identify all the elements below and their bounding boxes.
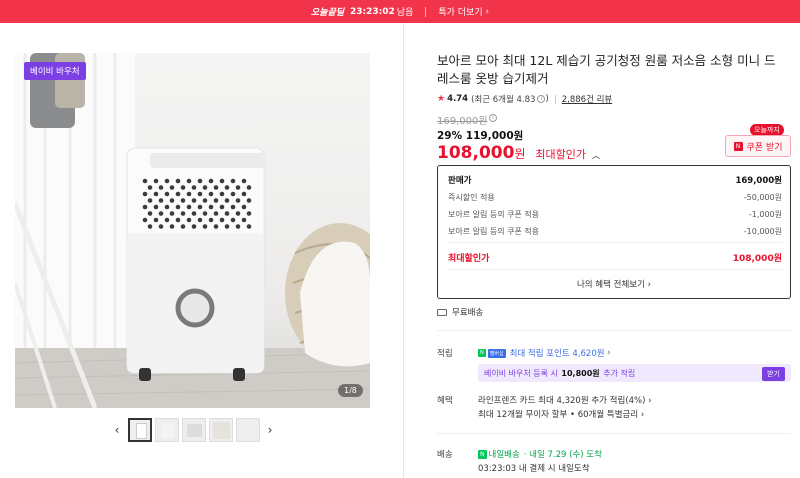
delivery-date: · 내일 7.29 (수) 도착 [523, 450, 602, 460]
all-benefits-label: 나의 혜택 전체보기 [576, 280, 645, 290]
chevron-right-icon: › [604, 348, 611, 358]
max-discount-row: 최대할인가 108,000원 [448, 251, 782, 264]
thumbnail[interactable] [208, 418, 233, 442]
price-divider [448, 242, 782, 243]
delivery-eta: N 내일배송 · 내일 7.29 (수) 도착 [478, 448, 602, 460]
max-points: 최대 적립 포인트 4,620원 [509, 349, 605, 359]
reviews-link[interactable]: 2,886건 리뷰 [562, 93, 613, 105]
thumbnail[interactable] [127, 418, 152, 442]
all-benefits-link[interactable]: 나의 혜택 전체보기 › [438, 278, 790, 290]
discount-price: 119,000원 [465, 130, 524, 142]
coupon-row: 보아르 알림 등의 쿠폰 적용 -10,000원 [448, 226, 782, 237]
thumbnail-strip: ‹ › [108, 418, 279, 442]
points-link[interactable]: N 멤버십 최대 적립 포인트 4,620원 › [478, 347, 611, 359]
instant-discount-value: -50,000원 [743, 193, 782, 202]
max-discount-value: 108,000원 [732, 254, 782, 264]
price-divider [448, 269, 782, 270]
benefit-label: 혜택 [437, 396, 453, 406]
free-shipping: 무료배송 [437, 306, 483, 318]
thumb-next-icon[interactable]: › [261, 423, 279, 437]
coupon-label: 보아르 알림 등의 쿠폰 적용 [448, 227, 540, 236]
final-price-label: 최대할인가 [535, 148, 587, 161]
discount-percent: 29% [437, 130, 463, 142]
n-delivery-badge: N [478, 449, 487, 459]
sale-price-value: 169,000원 [735, 176, 782, 186]
final-price[interactable]: 108,000원 최대할인가 ︿ [437, 143, 600, 163]
coupon-button-label: 쿠폰 받기 [746, 142, 783, 153]
delivery-label: 배송 [437, 450, 453, 460]
card-benefit[interactable]: 라인프렌즈 카드 최대 4,320원 추가 적립(4%) › [478, 394, 652, 406]
product-main-image[interactable] [15, 53, 370, 408]
thumbnail[interactable] [235, 418, 260, 442]
voucher-post: 추가 적립 [603, 368, 636, 378]
coupon-label: 보아르 알림 등의 쿠폰 적용 [448, 210, 540, 219]
deal-label: 오늘끝딜 [310, 8, 345, 18]
coupon-download-icon: N [733, 141, 743, 151]
thumbnail[interactable] [181, 418, 206, 442]
info-icon[interactable]: i [537, 95, 546, 103]
chevron-up-icon: ︿ [591, 151, 600, 160]
thumb-prev-icon[interactable]: ‹ [108, 423, 126, 437]
installment-benefit[interactable]: 최대 12개월 무이자 할부 • 60개월 특별금리 › [478, 408, 644, 420]
card-benefit-text: 라인프렌즈 카드 최대 4,320원 추가 적립(4%) [478, 396, 646, 406]
truck-icon [437, 308, 447, 316]
coupon-value: -1,000원 [748, 210, 782, 219]
original-price-value: 169,000원 [437, 116, 488, 127]
delivery-cutoff: 03:23:03 내 결제 시 내일도착 [478, 464, 590, 474]
rating-row: ★ 4.74 (최근 6개월 4.83 i ) 2,886건 리뷰 [437, 93, 612, 105]
instant-discount-row: 즉시할인 적용 -50,000원 [448, 192, 782, 203]
coupon-value: -10,000원 [743, 227, 782, 236]
coupon-row: 보아르 알림 등의 쿠폰 적용 -1,000원 [448, 209, 782, 220]
column-divider [403, 23, 404, 478]
instant-discount-label: 즉시할인 적용 [448, 193, 495, 202]
membership-badge: 멤버십 [487, 348, 506, 358]
thumbnail[interactable] [154, 418, 179, 442]
npay-badge: N [478, 349, 486, 357]
star-icon: ★ [437, 94, 446, 104]
chevron-right-icon: › [645, 396, 652, 406]
banner-divider [425, 6, 427, 17]
deal-remain-label: 남음 [396, 8, 414, 18]
max-discount-label: 최대할인가 [448, 254, 490, 264]
voucher-points-bar[interactable]: 베이비 바우처 등록 시 10,800원 추가 적립 받기 [478, 364, 791, 382]
deal-timer: 23:23:02 [350, 6, 395, 17]
free-shipping-label: 무료배송 [452, 308, 484, 318]
final-price-value: 108,000 [437, 143, 515, 163]
voucher-pre: 베이비 바우처 등록 시 [484, 368, 558, 378]
discount-line: 29% 119,000원 [437, 128, 523, 143]
chevron-right-icon: › [482, 6, 490, 17]
fast-delivery-label: 내일배송 [488, 450, 520, 460]
baby-voucher-badge: 베이비 바우처 [24, 62, 86, 80]
installment-text: 최대 12개월 무이자 할부 • 60개월 특별금리 [478, 410, 639, 420]
sale-price-label: 판매가 [448, 176, 472, 186]
more-deals-link[interactable]: 특가 더보기 [438, 5, 482, 18]
voucher-amount: 10,800원 [561, 368, 600, 378]
price-breakdown: 판매가 169,000원 즉시할인 적용 -50,000원 보아르 알림 등의 … [437, 165, 791, 299]
original-price: 169,000원 [437, 112, 488, 127]
rating-divider [554, 94, 556, 104]
recent-rating: (최근 6개월 4.83 [471, 95, 536, 105]
voucher-get-button[interactable]: 받기 [762, 367, 785, 381]
price-info-icon[interactable]: i [489, 114, 497, 122]
won-unit: 원 [514, 147, 526, 161]
recent-rating-close: ) [545, 94, 549, 104]
sale-price-row: 판매가 169,000원 [448, 174, 782, 186]
chevron-right-icon: › [638, 410, 645, 420]
section-divider [437, 330, 791, 331]
points-label: 적립 [437, 349, 453, 359]
rating-score: 4.74 [447, 94, 469, 104]
product-title: 보아르 모아 최대 12L 제습기 공기청정 원룸 저소음 소형 미니 드레스룸… [437, 53, 776, 86]
coupon-button[interactable]: N 쿠폰 받기 [725, 135, 791, 157]
deal-banner[interactable]: 오늘끝딜 23:23:02 남음 특가 더보기 › [0, 0, 800, 23]
section-divider [437, 433, 791, 434]
image-counter: 1/8 [338, 384, 363, 397]
chevron-right-icon: › [644, 280, 652, 290]
